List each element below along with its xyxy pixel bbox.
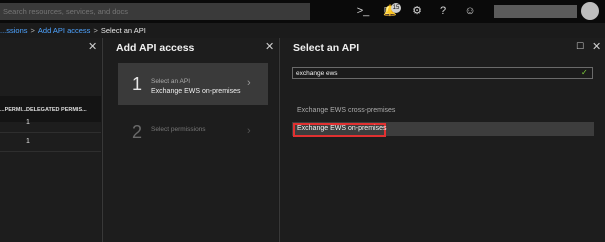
chevron-right-icon: › bbox=[247, 125, 251, 137]
help-icon[interactable]: ? bbox=[436, 4, 450, 18]
notifications-badge: 15 bbox=[391, 3, 401, 13]
blade-title: Select an API bbox=[293, 42, 360, 54]
breadcrumb-select-an-api: Select an API bbox=[100, 26, 146, 35]
global-search-input[interactable] bbox=[0, 3, 310, 20]
maximize-icon[interactable]: ☐ bbox=[576, 41, 584, 52]
select-an-api-blade: Select an API ☐ ✕ ✓ Exchange EWS cross-p… bbox=[279, 38, 605, 242]
step-select-permissions[interactable]: 2 Select permissions › bbox=[118, 111, 268, 153]
add-api-access-blade: Add API access ✕ 1 Select an API Exchang… bbox=[102, 38, 278, 242]
column-header-application-permissions: ...PERMI... bbox=[0, 107, 27, 113]
breadcrumb-permissions[interactable]: ...ssions bbox=[0, 26, 28, 35]
top-bar: >_ ⧉ 🔔 15 ⚙ ? ☺ bbox=[0, 0, 605, 23]
avatar[interactable] bbox=[581, 2, 599, 20]
close-icon[interactable]: ✕ bbox=[88, 40, 97, 53]
feedback-icon[interactable]: ☺ bbox=[463, 4, 477, 18]
column-header-delegated-permissions: DELEGATED PERMIS... bbox=[26, 107, 87, 113]
close-icon[interactable]: ✕ bbox=[265, 40, 274, 53]
row-divider bbox=[0, 151, 101, 152]
step-select-an-api[interactable]: 1 Select an API Exchange EWS on-premises… bbox=[118, 63, 268, 105]
required-permissions-blade: ✕ ...PERMI... DELEGATED PERMIS... 1 1 bbox=[0, 38, 101, 242]
step-label: Select an API bbox=[151, 78, 191, 85]
blade-title: Add API access bbox=[116, 42, 195, 54]
breadcrumb-separator: > bbox=[30, 26, 35, 35]
cloud-shell-icon[interactable]: >_ bbox=[356, 4, 370, 18]
checkmark-icon: ✓ bbox=[581, 68, 588, 77]
breadcrumb: ...ssions > Add API access > Select an API bbox=[0, 23, 605, 38]
step-label: Select permissions bbox=[151, 126, 206, 133]
delegated-count: 1 bbox=[26, 119, 30, 126]
row-divider bbox=[0, 132, 101, 133]
breadcrumb-separator: > bbox=[93, 26, 98, 35]
breadcrumb-add-api-access[interactable]: Add API access bbox=[38, 26, 91, 35]
permissions-table-header: ...PERMI... DELEGATED PERMIS... bbox=[0, 96, 101, 122]
step-value: Exchange EWS on-premises bbox=[151, 88, 241, 95]
api-filter-input[interactable] bbox=[292, 67, 593, 79]
step-number: 1 bbox=[132, 74, 143, 94]
account-name[interactable] bbox=[494, 5, 577, 18]
settings-icon[interactable]: ⚙ bbox=[410, 4, 424, 18]
step-number: 2 bbox=[132, 122, 143, 142]
delegated-count: 1 bbox=[26, 138, 30, 145]
api-result-label: Exchange EWS on-premises bbox=[297, 125, 387, 132]
api-result-item[interactable]: Exchange EWS cross-premises bbox=[292, 104, 594, 118]
chevron-right-icon: › bbox=[247, 77, 251, 89]
close-icon[interactable]: ✕ bbox=[592, 40, 601, 53]
